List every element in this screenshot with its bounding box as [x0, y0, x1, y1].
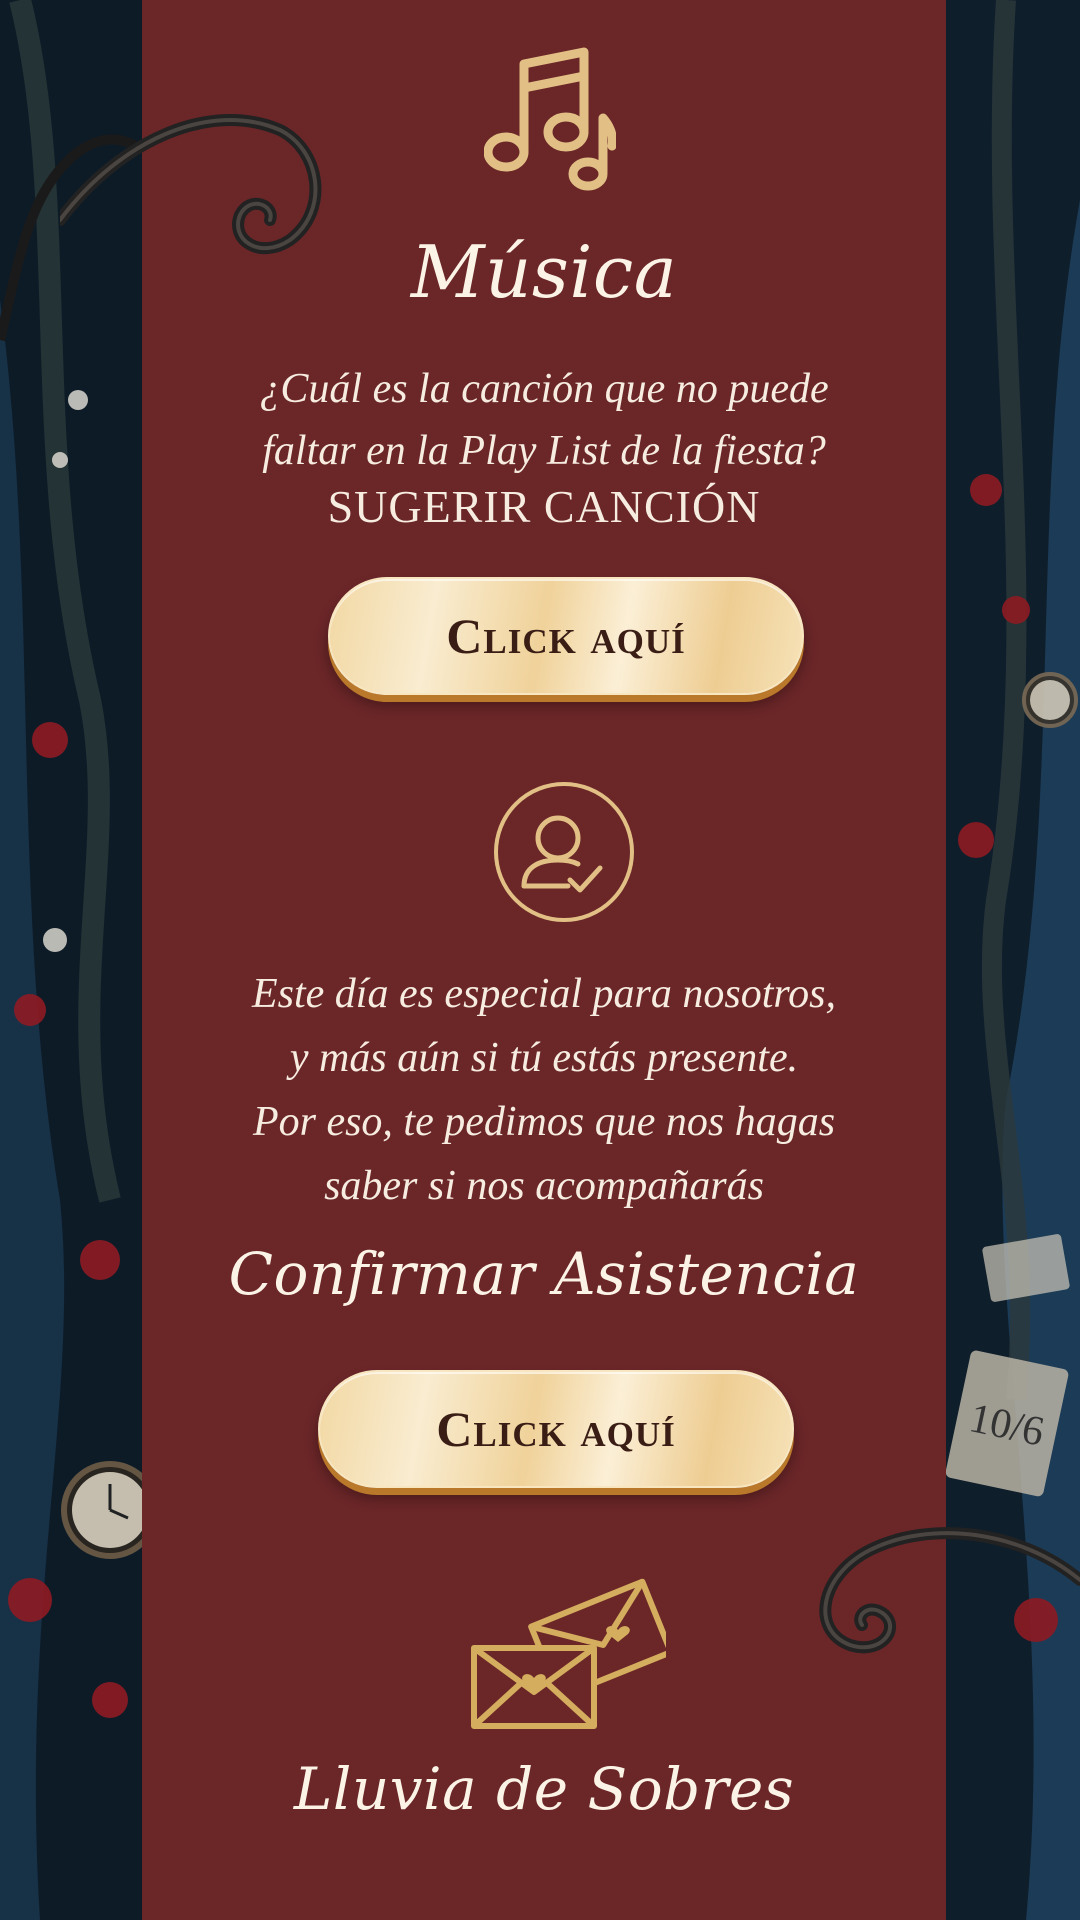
rsvp-message-line: saber si nos acompañarás — [324, 1163, 764, 1209]
rsvp-title: Confirmar Asistencia — [228, 1240, 860, 1308]
gifts-title: Lluvia de Sobres — [293, 1755, 795, 1823]
music-question: ¿Cuál es la canción que no puede faltar … — [142, 358, 946, 482]
rsvp-message: Este día es especial para nosotros, y má… — [142, 962, 946, 1218]
music-notes-icon — [484, 47, 616, 191]
user-check-icon — [494, 782, 634, 922]
suggest-song-label: SUGERIR CANCIÓN — [327, 481, 761, 532]
suggest-song-button[interactable]: Click aquí — [328, 577, 804, 695]
invitation-page: 10/6 Música ¿Cuál es la canción que no p… — [0, 0, 1080, 1920]
pocket-watch — [61, 1461, 142, 1559]
music-question-line: faltar en la Play List de la fiesta? — [262, 428, 826, 474]
left-forest-background — [0, 0, 142, 1920]
hanging-clock — [1022, 672, 1078, 728]
rsvp-message-line: y más aún si tú estás presente. — [289, 1035, 799, 1081]
branch-swirl-top-left — [60, 114, 322, 255]
envelopes-icon — [471, 1578, 666, 1729]
confirm-attendance-button-label: Click aquí — [436, 1401, 676, 1457]
rsvp-message-line: Por eso, te pedimos que nos hagas — [252, 1099, 836, 1145]
music-question-line: ¿Cuál es la canción que no puede — [259, 366, 829, 412]
rsvp-message-line: Este día es especial para nosotros, — [251, 971, 837, 1017]
suggest-song-button-label: Click aquí — [446, 608, 686, 664]
branch-swirl-bottom-right — [819, 1527, 1080, 1654]
confirm-attendance-button[interactable]: Click aquí — [318, 1370, 794, 1488]
